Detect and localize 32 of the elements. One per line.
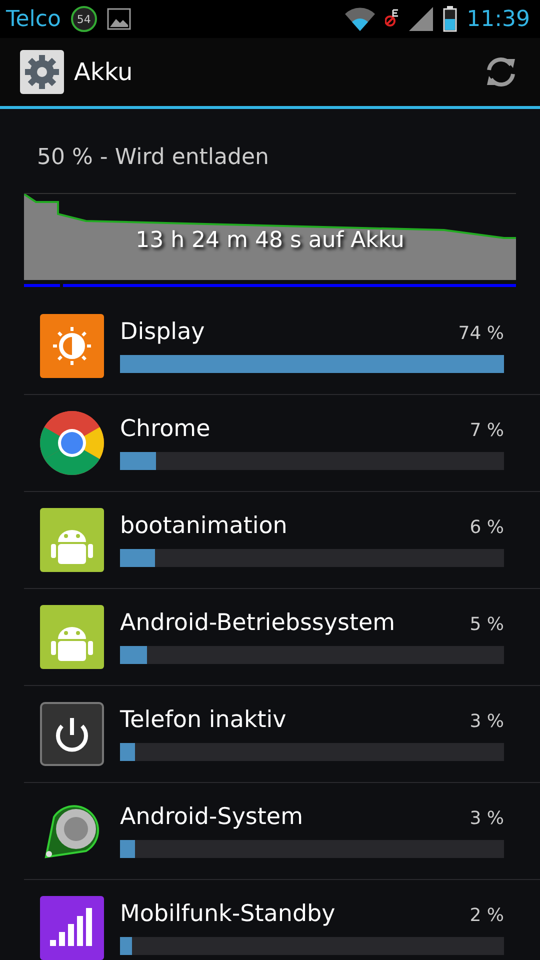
usage-percent: 6 % (470, 517, 504, 538)
android-icon (40, 605, 104, 669)
battery-status: 50 % - Wird entladen (36, 144, 270, 172)
app-name: Android-Betriebssystem (120, 610, 396, 636)
app-name: Chrome (120, 416, 212, 442)
usage-percent: 2 % (470, 905, 504, 926)
usage-percent: 74 % (458, 323, 504, 344)
signal-strength-icon (408, 7, 433, 31)
power-icon (40, 702, 104, 766)
clock-time: 11:39 (466, 6, 530, 32)
notification-badge: 54 (70, 6, 97, 32)
screen-title: Akku (74, 58, 134, 86)
app-name: Android-System (120, 804, 304, 830)
brightness-icon (40, 314, 104, 378)
wifi-icon (344, 7, 375, 31)
app-name: Mobilfunk-Standby (120, 901, 336, 927)
signal-icon (40, 896, 104, 960)
settings-icon[interactable] (20, 50, 64, 94)
app-name: Display (120, 319, 206, 345)
battery-icon (442, 6, 457, 32)
carrier-name: Telco (6, 6, 61, 32)
android-icon (40, 508, 104, 572)
chrome-icon (40, 411, 104, 475)
image-icon (106, 8, 131, 30)
usage-percent: 3 % (470, 808, 504, 829)
usage-percent: 7 % (470, 420, 504, 441)
refresh-icon[interactable] (484, 55, 518, 89)
app-name: Telefon inaktiv (120, 707, 288, 733)
battery-duration: 13 h 24 m 48 s auf Akku (136, 228, 404, 253)
usage-percent: 5 % (470, 614, 504, 635)
app-name: bootanimation (120, 513, 288, 539)
usage-percent: 3 % (470, 711, 504, 732)
